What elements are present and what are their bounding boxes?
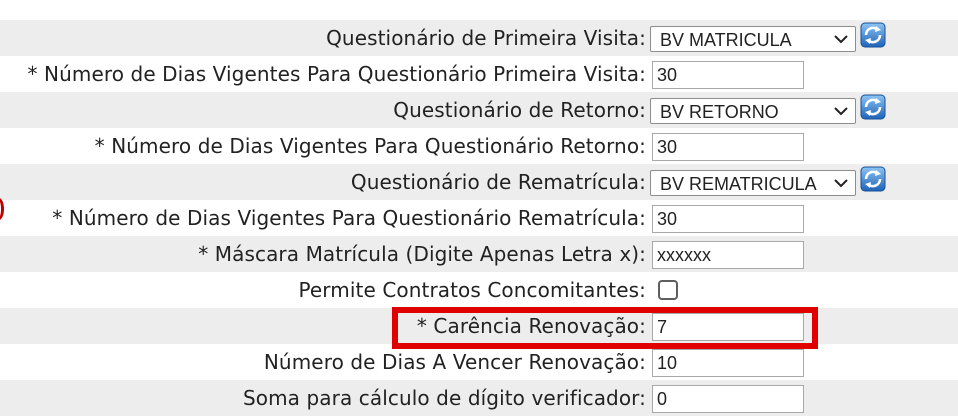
questionario-rematricula-select[interactable]: BV REMATRICULA	[650, 170, 856, 196]
chevron-down-icon	[834, 179, 848, 188]
field-label: Questionário de Retorno:	[393, 98, 646, 122]
mascara-matricula-input[interactable]: xxxxxx	[652, 241, 804, 269]
settings-form: Questionário de Primeira Visita: BV MATR…	[0, 20, 958, 416]
dias-vigentes-primeira-visita-input[interactable]: 30	[652, 61, 804, 89]
dias-vigentes-retorno-input[interactable]: 30	[652, 133, 804, 161]
dias-vencer-renovacao-input[interactable]: 10	[652, 349, 804, 377]
field-label: * Número de Dias Vigentes Para Questioná…	[27, 62, 646, 86]
form-row-questionario-primeira-visita: Questionário de Primeira Visita: BV MATR…	[0, 20, 958, 56]
form-row-mascara-matricula: * Máscara Matrícula (Digite Apenas Letra…	[0, 236, 958, 272]
refresh-icon[interactable]	[860, 22, 886, 48]
chevron-down-icon	[834, 107, 848, 116]
carencia-renovacao-input[interactable]: 7	[652, 313, 804, 341]
select-value: BV REMATRICULA	[660, 174, 817, 194]
field-label: Soma para cálculo de dígito verificador:	[242, 386, 646, 410]
field-label: Questionário de Rematrícula:	[350, 170, 646, 194]
select-value: BV RETORNO	[660, 102, 779, 122]
form-row-dias-vigentes-primeira-visita: * Número de Dias Vigentes Para Questioná…	[0, 56, 958, 92]
field-label: * Número de Dias Vigentes Para Questioná…	[52, 206, 646, 230]
digito-verificador-input[interactable]: 0	[652, 385, 804, 413]
form-row-questionario-retorno: Questionário de Retorno: BV RETORNO	[0, 92, 958, 128]
form-row-dias-vencer-renovacao: Número de Dias A Vencer Renovação: 10	[0, 344, 958, 380]
form-row-dias-vigentes-retorno: * Número de Dias Vigentes Para Questioná…	[0, 128, 958, 164]
form-row-carencia-renovacao: * Carência Renovação: 7	[0, 308, 958, 344]
field-label: * Máscara Matrícula (Digite Apenas Letra…	[198, 242, 646, 266]
form-row-dias-vigentes-rematricula: * Número de Dias Vigentes Para Questioná…	[0, 200, 958, 236]
field-label: * Carência Renovação:	[416, 314, 646, 338]
field-label: * Número de Dias Vigentes Para Questioná…	[94, 134, 646, 158]
chevron-down-icon	[834, 35, 848, 44]
dias-vigentes-rematricula-input[interactable]: 30	[652, 205, 804, 233]
refresh-icon[interactable]	[860, 94, 886, 120]
questionario-retorno-select[interactable]: BV RETORNO	[650, 98, 856, 124]
field-label: Permite Contratos Concomitantes:	[298, 278, 646, 302]
contratos-concomitantes-checkbox[interactable]	[658, 280, 678, 300]
field-label: Número de Dias A Vencer Renovação:	[263, 350, 646, 374]
form-row-digito-verificador: Soma para cálculo de dígito verificador:…	[0, 380, 958, 416]
select-value: BV MATRICULA	[660, 30, 792, 50]
form-row-contratos-concomitantes: Permite Contratos Concomitantes:	[0, 272, 958, 308]
field-label: Questionário de Primeira Visita:	[326, 26, 646, 50]
refresh-icon[interactable]	[860, 166, 886, 192]
questionario-primeira-visita-select[interactable]: BV MATRICULA	[650, 26, 856, 52]
form-row-questionario-rematricula: Questionário de Rematrícula: BV REMATRIC…	[0, 164, 958, 200]
